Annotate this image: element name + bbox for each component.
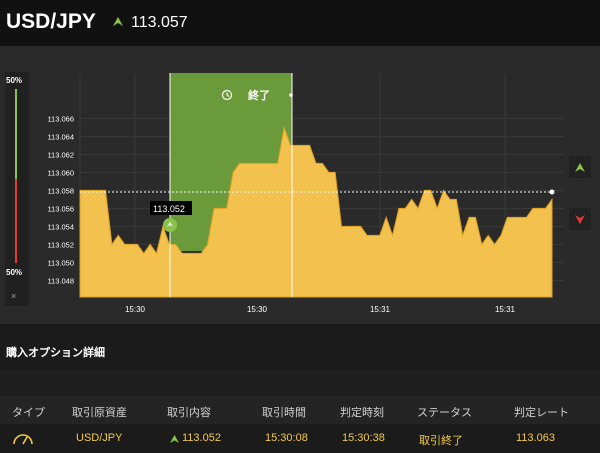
row-judge-time: 15:30:38 [342, 432, 385, 444]
low-button[interactable] [569, 208, 591, 230]
row-status: 取引終了 [419, 435, 463, 447]
y-tick-label: 113.064 [47, 132, 74, 141]
details-table-header: タイプ 取引原資産 取引内容 取引時間 判定時刻 ステータス 判定レート [0, 396, 600, 424]
row-rate: 113.063 [516, 432, 555, 444]
col-content: 取引内容 [167, 407, 211, 419]
close-icon[interactable]: × [11, 291, 16, 301]
row-asset: USD/JPY [76, 432, 123, 444]
bearish-bar [15, 179, 17, 263]
y-tick-label: 113.066 [47, 114, 74, 123]
y-tick-label: 113.054 [47, 222, 74, 231]
y-tick-label: 113.058 [47, 186, 74, 195]
entry-tag: 113.052 [153, 204, 185, 214]
up-arrow-icon [575, 162, 585, 172]
purchase-details-title: 購入オプション詳細 [6, 347, 105, 359]
down-arrow-icon [575, 214, 585, 224]
row-trade-time: 15:30:08 [265, 432, 308, 444]
bearish-percent: 50% [6, 268, 23, 277]
y-tick-label: 113.050 [47, 258, 74, 267]
x-tick-label: 15:30 [247, 305, 268, 314]
x-tick-label: 15:31 [370, 305, 391, 314]
y-tick-label: 113.056 [47, 204, 74, 213]
high-button[interactable] [569, 156, 591, 178]
expiry-dot [289, 93, 293, 97]
col-trade-time: 取引時間 [262, 407, 306, 419]
bullish-percent: 50% [6, 76, 23, 85]
y-tick-label: 113.060 [47, 168, 74, 177]
row-content: 113.052 [182, 432, 221, 444]
col-judge-time: 判定時刻 [340, 407, 384, 419]
price-chart: 終了 113.052 113.066 113.064 113.062 113.060 1… [47, 73, 564, 314]
x-tick-label: 15:30 [125, 305, 146, 314]
table-row[interactable]: USD/JPY 113.052 15:30:08 15:30:38 取引終了 1… [0, 424, 600, 453]
col-asset: 取引原資産 [72, 407, 127, 419]
up-arrow-icon [170, 435, 179, 443]
bullish-bar [15, 89, 17, 179]
col-rate: 判定レート [514, 407, 569, 419]
y-tick-label: 113.052 [47, 240, 74, 249]
y-tick-label: 113.048 [47, 276, 74, 285]
y-tick-label: 113.062 [47, 150, 74, 159]
section-divider [0, 370, 600, 396]
current-rate-dot [549, 189, 555, 195]
expiry-label: 終了 [248, 88, 270, 102]
x-tick-label: 15:31 [495, 305, 516, 314]
entry-pin-icon [163, 218, 177, 232]
gauge-icon [13, 434, 33, 445]
col-type: タイプ [12, 407, 45, 419]
col-status: ステータス [417, 407, 472, 419]
